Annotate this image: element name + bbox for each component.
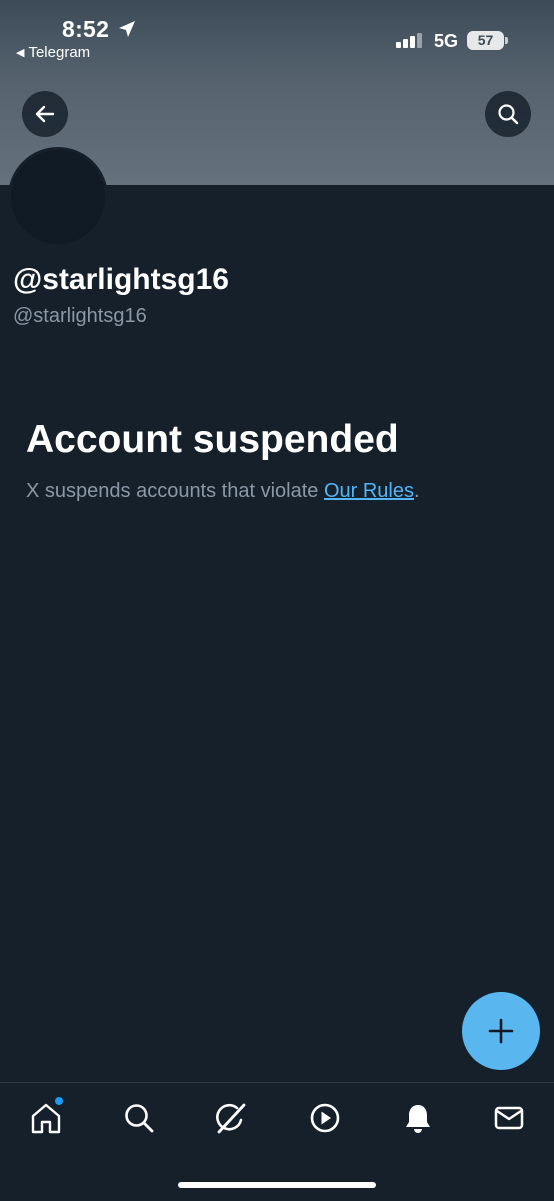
back-to-app-link[interactable]: ◀ Telegram xyxy=(16,44,90,61)
search-button[interactable] xyxy=(485,91,531,137)
our-rules-link[interactable]: Our Rules xyxy=(324,480,414,502)
tab-search[interactable] xyxy=(119,1098,159,1138)
signal-bars-icon xyxy=(396,33,422,48)
battery-indicator: 57 xyxy=(467,31,504,50)
suspended-message-text: X suspends accounts that violate xyxy=(26,480,324,502)
location-arrow-icon xyxy=(119,21,135,37)
mail-icon xyxy=(494,1106,524,1130)
status-time: 8:52 xyxy=(62,16,110,42)
tab-notifications[interactable] xyxy=(398,1098,438,1138)
tab-video[interactable] xyxy=(305,1098,345,1138)
home-unread-dot xyxy=(55,1097,63,1105)
search-icon xyxy=(125,1104,154,1133)
suspended-title: Account suspended xyxy=(26,418,399,461)
bell-icon xyxy=(406,1105,430,1133)
network-type: 5G xyxy=(434,31,459,51)
search-icon xyxy=(498,104,519,125)
compose-button[interactable] xyxy=(462,992,540,1070)
suspended-message: X suspends accounts that violate Our Rul… xyxy=(26,480,420,503)
suspended-message-end: . xyxy=(414,480,420,502)
profile-handle: @starlightsg16 xyxy=(13,305,147,327)
grok-icon xyxy=(216,1103,246,1134)
status-bar: 8:52 ◀ Telegram 5G 57 xyxy=(0,0,554,70)
back-triangle-icon: ◀ xyxy=(16,47,25,59)
back-button[interactable] xyxy=(22,91,68,137)
battery-tip xyxy=(505,37,508,44)
arrow-left-icon xyxy=(35,105,55,123)
home-icon xyxy=(31,1103,61,1134)
tab-grok[interactable] xyxy=(211,1098,251,1138)
plus-icon xyxy=(488,1018,514,1044)
video-icon xyxy=(310,1103,340,1133)
back-app-label: Telegram xyxy=(28,44,91,61)
avatar xyxy=(8,147,108,247)
profile-display-name: @starlightsg16 xyxy=(13,263,229,296)
home-indicator xyxy=(178,1182,376,1188)
tab-messages[interactable] xyxy=(489,1098,529,1138)
